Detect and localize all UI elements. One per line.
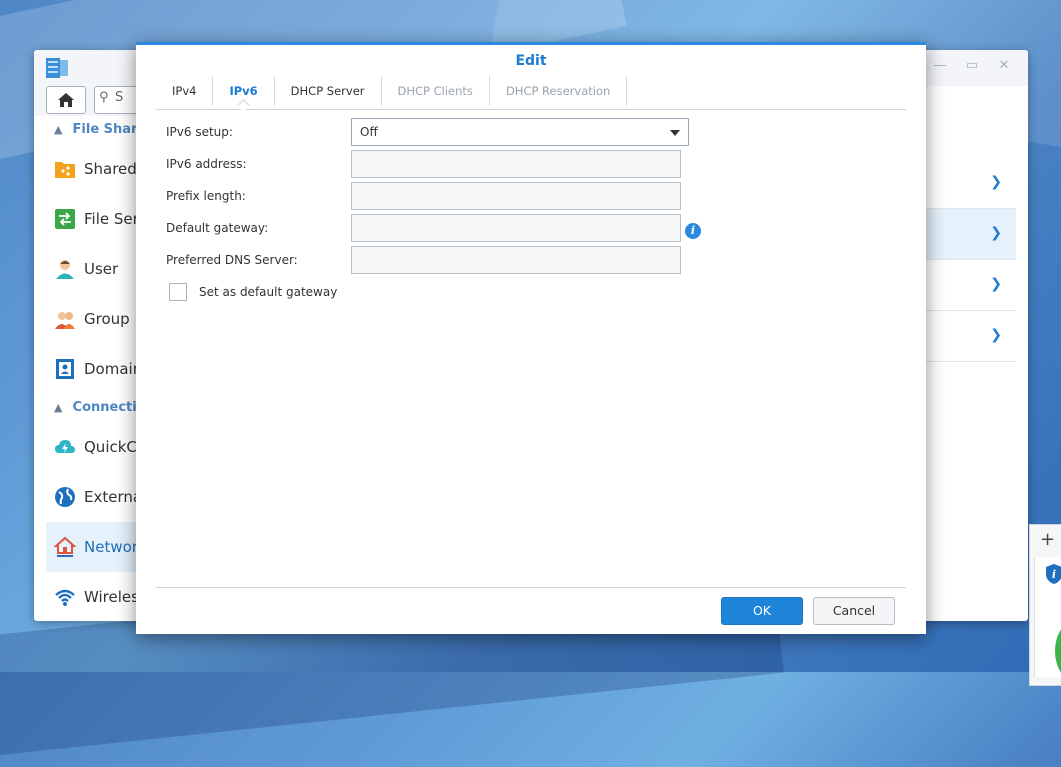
home-button[interactable] xyxy=(46,86,86,114)
edit-dialog: Edit IPv4 IPv6 DHCP Server DHCP Clients … xyxy=(136,42,926,634)
minimize-icon[interactable]: — xyxy=(932,58,948,74)
desktop-widget: + i xyxy=(1029,524,1061,686)
maximize-icon[interactable]: ▭ xyxy=(964,58,980,74)
cancel-button[interactable]: Cancel xyxy=(813,597,895,625)
default-gateway-checkbox-row: Set as default gateway xyxy=(169,283,337,301)
shared-folder-icon xyxy=(55,162,75,178)
quickconnect-icon xyxy=(55,440,75,453)
chevron-up-icon: ▲ xyxy=(54,123,63,136)
sidebar-item-wireless[interactable]: Wireles xyxy=(46,572,139,621)
chevron-down-icon: ❯ xyxy=(990,225,1002,241)
close-icon[interactable]: ✕ xyxy=(996,58,1012,74)
default-gateway-input xyxy=(351,214,681,242)
wifi-icon xyxy=(55,589,75,606)
status-circle xyxy=(1055,621,1061,681)
network-panel-rows: ❯ ❯ ❯ ❯ xyxy=(924,158,1016,362)
sidebar-item-shared-folder[interactable]: Shared xyxy=(46,144,137,194)
home-icon xyxy=(58,93,74,107)
dns-server-row: Preferred DNS Server: xyxy=(166,246,681,274)
network-row[interactable]: ❯ xyxy=(924,158,1016,209)
tab-dhcp-clients: DHCP Clients xyxy=(382,76,490,106)
dialog-title: Edit xyxy=(515,53,547,69)
search-placeholder: S xyxy=(115,90,124,105)
default-gateway-checkbox[interactable] xyxy=(169,283,187,301)
active-tab-indicator xyxy=(236,99,250,112)
tab-dhcp-reservation: DHCP Reservation xyxy=(490,76,628,106)
network-row[interactable]: ❯ xyxy=(924,209,1016,260)
sidebar-item-file-services[interactable]: File Ser xyxy=(46,194,139,244)
search-icon: ⚲ xyxy=(99,90,109,105)
add-widget-icon[interactable]: + xyxy=(1040,529,1055,550)
sidebar-item-group[interactable]: Group xyxy=(46,294,136,344)
network-icon xyxy=(54,536,76,557)
network-row[interactable]: ❯ xyxy=(924,260,1016,311)
domain-icon xyxy=(56,359,74,379)
default-gateway-checkbox-label: Set as default gateway xyxy=(199,285,338,299)
ipv6-address-row: IPv6 address: xyxy=(166,150,681,178)
svg-text:i: i xyxy=(1052,568,1056,581)
dropdown-arrow-icon xyxy=(670,130,680,136)
prefix-length-label: Prefix length: xyxy=(166,189,246,203)
tab-ipv6[interactable]: IPv6 xyxy=(213,76,275,112)
prefix-length-input xyxy=(351,182,681,210)
section-connectivity[interactable]: ▲ Connectiv xyxy=(46,394,145,422)
network-row[interactable]: ❯ xyxy=(924,311,1016,362)
tab-bar: IPv4 IPv6 DHCP Server DHCP Clients DHCP … xyxy=(156,76,906,112)
sidebar-item-quickconnect[interactable]: QuickCo xyxy=(46,422,146,472)
section-file-sharing[interactable]: ▲ File Shar xyxy=(46,116,137,144)
chevron-down-icon: ❯ xyxy=(990,174,1002,190)
ok-button[interactable]: OK xyxy=(721,597,803,625)
ipv6-setup-row: IPv6 setup: Off xyxy=(166,118,689,146)
user-icon xyxy=(56,260,74,279)
ipv6-setup-label: IPv6 setup: xyxy=(166,125,233,139)
sidebar-item-user[interactable]: User xyxy=(46,244,136,294)
tab-ipv4[interactable]: IPv4 xyxy=(156,76,214,106)
ipv6-address-label: IPv6 address: xyxy=(166,157,247,171)
tab-dhcp-server[interactable]: DHCP Server xyxy=(275,76,382,106)
ipv6-address-input xyxy=(351,150,681,178)
sidebar: ▲ File Shar Shared File Ser User Group D… xyxy=(46,116,146,621)
ipv6-setup-select[interactable]: Off xyxy=(351,118,689,146)
info-icon[interactable]: i xyxy=(685,223,701,239)
dns-server-input xyxy=(351,246,681,274)
widget-panel: i xyxy=(1034,557,1061,681)
default-gateway-label: Default gateway: xyxy=(166,221,269,235)
globe-icon xyxy=(55,487,75,507)
chevron-up-icon: ▲ xyxy=(54,401,63,414)
group-icon xyxy=(55,312,75,329)
control-panel-app-icon xyxy=(46,58,68,78)
file-services-icon xyxy=(55,209,75,229)
sidebar-item-external-access[interactable]: Externa xyxy=(46,472,142,522)
chevron-down-icon: ❯ xyxy=(990,276,1002,292)
sidebar-item-domain[interactable]: Domain xyxy=(46,344,142,394)
default-gateway-row: Default gateway: xyxy=(166,214,681,242)
footer-divider xyxy=(156,587,906,588)
chevron-down-icon: ❯ xyxy=(990,327,1002,343)
prefix-length-row: Prefix length: xyxy=(166,182,681,210)
dns-server-label: Preferred DNS Server: xyxy=(166,253,298,267)
info-badge-icon: i xyxy=(1046,564,1061,584)
sidebar-item-network[interactable]: Networl xyxy=(46,522,142,572)
